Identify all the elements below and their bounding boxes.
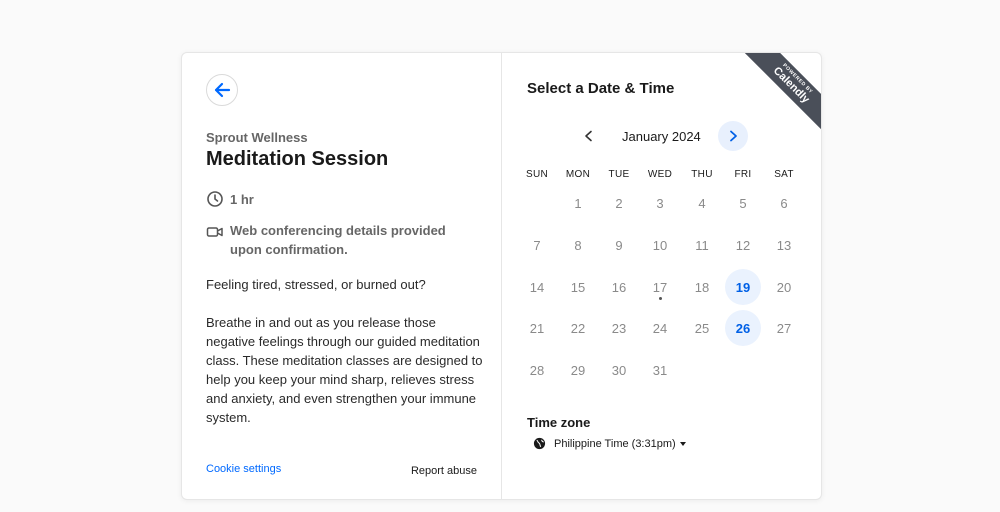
calendar-day: 10 — [652, 237, 668, 253]
conferencing-text: Web conferencing details provided upon c… — [230, 223, 446, 257]
timezone-label: Time zone — [527, 415, 591, 430]
weekday-header-sun: SUN — [525, 169, 548, 180]
calendar-day: 1 — [574, 195, 582, 211]
weekday-header-mon: MON — [565, 169, 591, 180]
calendar-day: 8 — [574, 237, 582, 253]
back-button[interactable] — [206, 74, 238, 106]
calendar-day: 18 — [694, 279, 710, 295]
cookie-settings-link[interactable]: Cookie settings — [206, 463, 281, 475]
video-camera-icon — [206, 227, 223, 237]
clock-icon — [207, 191, 223, 207]
duration-text: 1 hr — [230, 192, 254, 207]
chevron-left-icon — [585, 130, 592, 142]
calendar-day: 14 — [529, 279, 545, 295]
scheduler-panel: Select a Date & Time January 2024 SUN MON… — [502, 53, 821, 499]
chevron-right-icon — [730, 130, 737, 142]
calendar-day: 24 — [652, 320, 668, 336]
calendar-day: 16 — [611, 279, 627, 295]
calendar-day: 27 — [776, 320, 792, 336]
calendar-day: 20 — [776, 279, 792, 295]
globe-icon — [533, 437, 546, 450]
caret-down-icon — [679, 441, 686, 446]
calendar-day: 3 — [656, 195, 664, 211]
calendar-day: 4 — [698, 195, 706, 211]
event-title: Meditation Session — [206, 148, 389, 170]
weekday-header-wed: WED — [647, 169, 673, 180]
weekday-header-thu: THU — [691, 169, 713, 180]
calendar-day: 25 — [694, 320, 710, 336]
calendar-day-available[interactable]: 26 — [725, 310, 761, 346]
description-paragraph: Breathe in and out as you release those … — [206, 315, 483, 425]
calendar-day: 23 — [611, 320, 627, 336]
calendar-day: 11 — [695, 237, 709, 253]
report-abuse-link[interactable]: Report abuse — [411, 465, 477, 477]
conferencing-row: Web conferencing details provided upon c… — [206, 221, 476, 259]
calendar-day: 28 — [529, 362, 545, 378]
calendar-day: 2 — [615, 195, 623, 211]
calendar-day: 6 — [780, 195, 788, 211]
next-month-button[interactable] — [718, 121, 748, 151]
calendar-day: 29 — [570, 362, 586, 378]
organizer-name: Sprout Wellness — [206, 130, 308, 145]
today-indicator-dot — [658, 297, 662, 300]
arrow-left-icon — [214, 82, 231, 98]
previous-month-button[interactable] — [574, 121, 604, 151]
calendar-day: 21 — [529, 320, 545, 336]
timezone-selector[interactable]: Philippine Time (3:31pm) — [533, 437, 686, 450]
calendar-day-available[interactable]: 19 — [725, 269, 761, 305]
month-navigation: January 2024 — [502, 121, 820, 151]
event-description: Feeling tired, stressed, or burned out? … — [206, 275, 486, 446]
calendar-day: 31 — [652, 362, 668, 378]
calendar-day: 9 — [615, 237, 623, 253]
scheduler-heading: Select a Date & Time — [527, 80, 675, 97]
timezone-value: Philippine Time (3:31pm) — [554, 437, 676, 450]
duration-row: 1 hr — [206, 190, 254, 208]
description-paragraph: Feeling tired, stressed, or burned out? — [206, 277, 426, 292]
calendar-day: 12 — [735, 237, 751, 253]
calendar-day: 7 — [533, 237, 541, 253]
booking-card: Sprout Wellness Meditation Session 1 hr … — [181, 52, 822, 500]
calendar-day: 30 — [611, 362, 627, 378]
month-label: January 2024 — [622, 129, 701, 144]
calendar-day: 22 — [570, 320, 586, 336]
event-details-panel: Sprout Wellness Meditation Session 1 hr … — [182, 53, 502, 499]
weekday-header-sat: SAT — [774, 169, 794, 180]
weekday-header-tue: TUE — [608, 169, 630, 180]
calendar-day: 15 — [570, 279, 586, 295]
calendar-day: 5 — [739, 195, 747, 211]
weekday-header-fri: FRI — [734, 169, 752, 180]
powered-by-text: POWERED BY — [781, 62, 814, 96]
calendar-day: 13 — [776, 237, 792, 253]
